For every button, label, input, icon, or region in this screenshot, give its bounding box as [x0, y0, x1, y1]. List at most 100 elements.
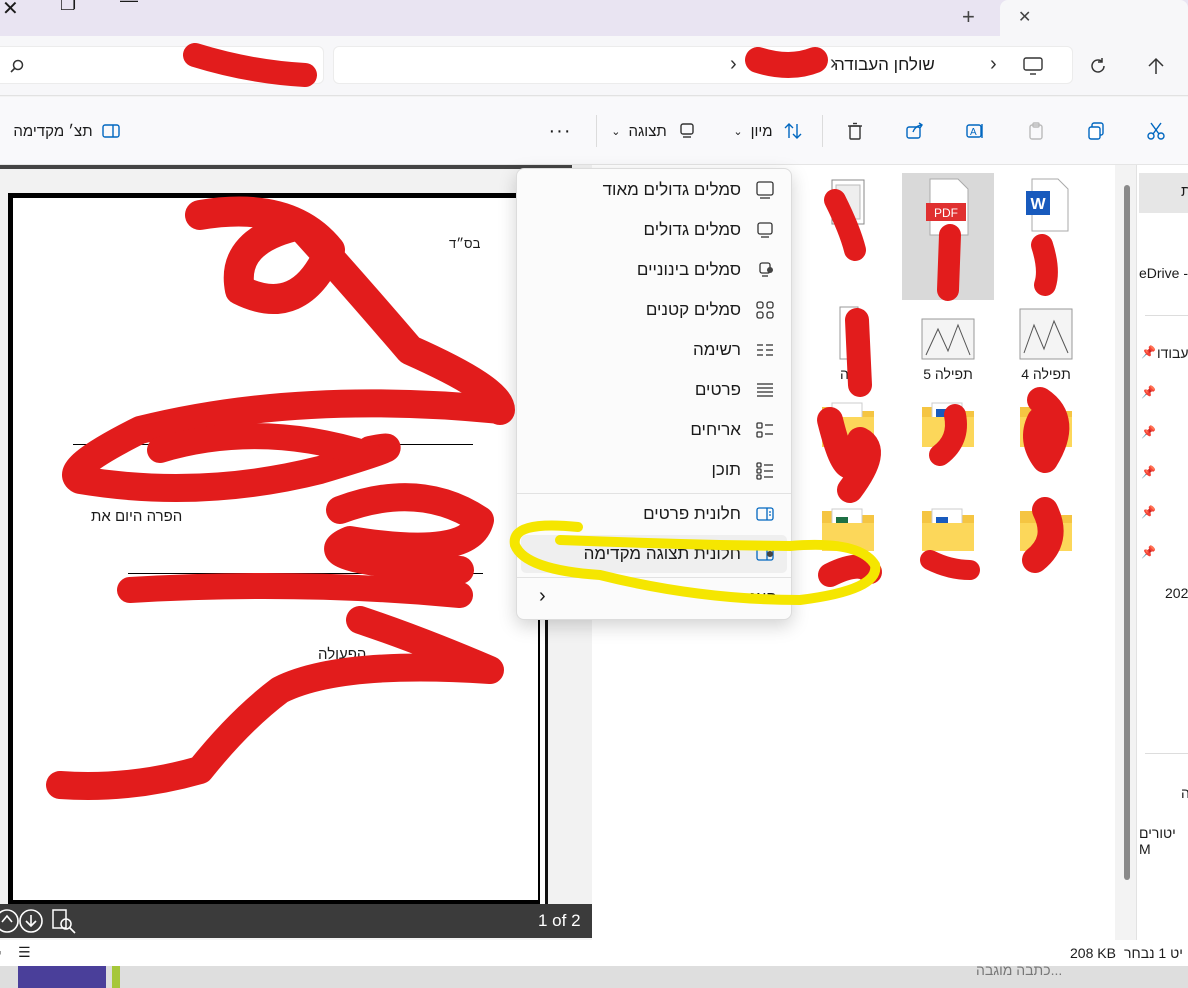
tab-close-button[interactable]: ✕ [1018, 7, 1031, 27]
folder-item[interactable] [802, 505, 894, 564]
menu-item-small-icons[interactable]: סמלים קטנים [521, 291, 787, 329]
folder-item[interactable] [902, 505, 994, 564]
nav-item-work[interactable]: עבודו [1157, 345, 1188, 361]
cut-icon[interactable] [1146, 121, 1166, 141]
menu-item-list[interactable]: רשימה [521, 331, 787, 369]
image-file-icon [839, 306, 859, 360]
vertical-scrollbar[interactable] [1124, 185, 1130, 880]
restore-window-button[interactable]: ❐ [60, 0, 76, 15]
file-item[interactable]: 4 [802, 175, 894, 254]
title-bar: ✕ ❐ — + ✕ [0, 0, 1188, 36]
share-icon[interactable] [905, 121, 925, 141]
folder-icon [922, 402, 974, 447]
chevron-left-icon: ‹ [539, 585, 546, 607]
view-label: תצוגה [628, 122, 667, 140]
nav-selected-item[interactable]: ת [1139, 173, 1188, 213]
word-file-icon: W [1026, 178, 1069, 232]
folder-item[interactable] [1000, 505, 1092, 564]
file-item[interactable]: לה [802, 305, 894, 382]
folder-item[interactable]: א [802, 397, 894, 472]
refresh-icon[interactable] [1088, 56, 1108, 76]
document-preview-page: בס״ד הפרה היום את הפעולה. [8, 193, 543, 905]
svg-text:A: A [970, 127, 977, 138]
page-up-icon[interactable] [0, 908, 20, 934]
nav-item-pictures[interactable]: יטורים M [1139, 825, 1188, 857]
file-item[interactable]: תפילה 5 [902, 305, 994, 382]
monitor-icon [1023, 57, 1043, 75]
search-box[interactable] [0, 46, 324, 84]
delete-icon[interactable] [845, 121, 865, 141]
pin-icon: 📌 [1141, 385, 1156, 399]
menu-item-preview-pane[interactable]: חלונית תצוגה מקדימה [521, 535, 787, 573]
breadcrumb-separator: › [830, 52, 837, 74]
pin-icon: 📌 [1141, 545, 1156, 559]
menu-item-show[interactable]: הצג ‹ [521, 579, 787, 617]
view-button[interactable]: ⌄ תצוגה [608, 113, 700, 149]
path-box[interactable]: › שולחן העבודה › [333, 46, 1073, 84]
pdf-file-icon: PDF [926, 178, 969, 236]
command-bar: תצ׳ מקדימה ··· ⌄ תצוגה ⌄ מיון A [0, 97, 1188, 165]
excel-folder-icon [822, 508, 874, 551]
file-item-selected[interactable]: PDF [902, 173, 994, 300]
paste-icon[interactable] [1026, 121, 1046, 141]
breadcrumb-separator: › [990, 53, 997, 75]
svg-text:W: W [1030, 196, 1046, 213]
menu-item-details-pane[interactable]: חלונית פרטים [521, 495, 787, 533]
copy-icon[interactable] [1086, 121, 1106, 141]
folder-icon [1020, 407, 1072, 447]
chevron-down-icon: ⌄ [611, 125, 621, 138]
minimize-window-button[interactable]: — [120, 0, 138, 11]
details-pane-icon [756, 507, 774, 521]
sort-arrows-icon [784, 123, 802, 139]
breadcrumb-folder[interactable]: שולחן העבודה [834, 55, 935, 75]
new-tab-button[interactable]: + [962, 4, 975, 30]
details-view-icon[interactable]: ☰ [18, 944, 31, 961]
close-window-button[interactable]: ✕ [2, 0, 19, 21]
view-menu: סמלים גדולים מאוד סמלים גדולים סמלים בינ… [516, 168, 792, 620]
folder-item[interactable] [1000, 397, 1092, 456]
menu-item-extra-large-icons[interactable]: סמלים גדולים מאוד [521, 171, 787, 209]
pdf-toolbar: 1 of 2 [0, 904, 592, 938]
details-icon [757, 383, 773, 397]
sort-button[interactable]: ⌄ מיון [728, 113, 808, 149]
menu-item-details[interactable]: פרטים [521, 371, 787, 409]
nav-item-onedrive[interactable]: eDrive - [1139, 265, 1188, 281]
file-item[interactable]: W [1000, 175, 1092, 238]
folder-icon [1020, 511, 1072, 551]
menu-item-medium-icons[interactable]: סמלים בינוניים [521, 251, 787, 289]
more-options-button[interactable]: ··· [540, 113, 580, 149]
taskbar-strip: כתבה מוגבה... [0, 962, 1188, 988]
tiles-view-icon[interactable]: ▫ [0, 944, 1, 960]
image-file-icon [1019, 308, 1073, 360]
navigation-pane: ת eDrive - עבודו 📌 📌 📌 📌 📌 📌 202 ה יטורי… [1136, 165, 1188, 940]
preview-pane-button[interactable]: תצ׳ מקדימה [8, 113, 126, 149]
page-indicator: 1 of 2 [538, 911, 581, 930]
menu-item-tiles[interactable]: אריחים [521, 411, 787, 449]
preview-pane-label: תצ׳ מקדימה [13, 122, 93, 140]
up-arrow-icon[interactable] [1146, 56, 1166, 76]
taskbar-text: כתבה מוגבה... [976, 962, 1063, 978]
pane-icon [101, 124, 120, 138]
search-icon [10, 59, 24, 73]
file-item[interactable]: תפילה 4 [1000, 305, 1092, 382]
monitor-icon [757, 222, 773, 238]
chevron-down-icon: ⌄ [733, 125, 743, 138]
menu-item-content[interactable]: תוכן [521, 451, 787, 489]
zoom-page-icon[interactable] [50, 908, 78, 934]
page-down-icon[interactable] [18, 908, 44, 934]
word-folder-icon [922, 508, 974, 551]
rename-icon[interactable]: A [965, 121, 985, 141]
pin-icon: 📌 [1141, 425, 1156, 439]
sort-label: מיון [750, 122, 773, 140]
menu-item-large-icons[interactable]: סמלים גדולים [521, 211, 787, 249]
folder-icon [822, 402, 874, 447]
folder-item[interactable] [902, 397, 994, 456]
list-icon [757, 344, 773, 356]
nav-item-year[interactable]: 202 [1165, 585, 1188, 601]
pdf-label: PDF [934, 206, 958, 220]
tiles-icon [756, 422, 773, 438]
selected-count: יט 1 נבחר [1124, 945, 1183, 961]
nav-item[interactable]: ה [1181, 785, 1188, 801]
monitor-icon [756, 181, 774, 199]
grid-icon [756, 301, 774, 319]
